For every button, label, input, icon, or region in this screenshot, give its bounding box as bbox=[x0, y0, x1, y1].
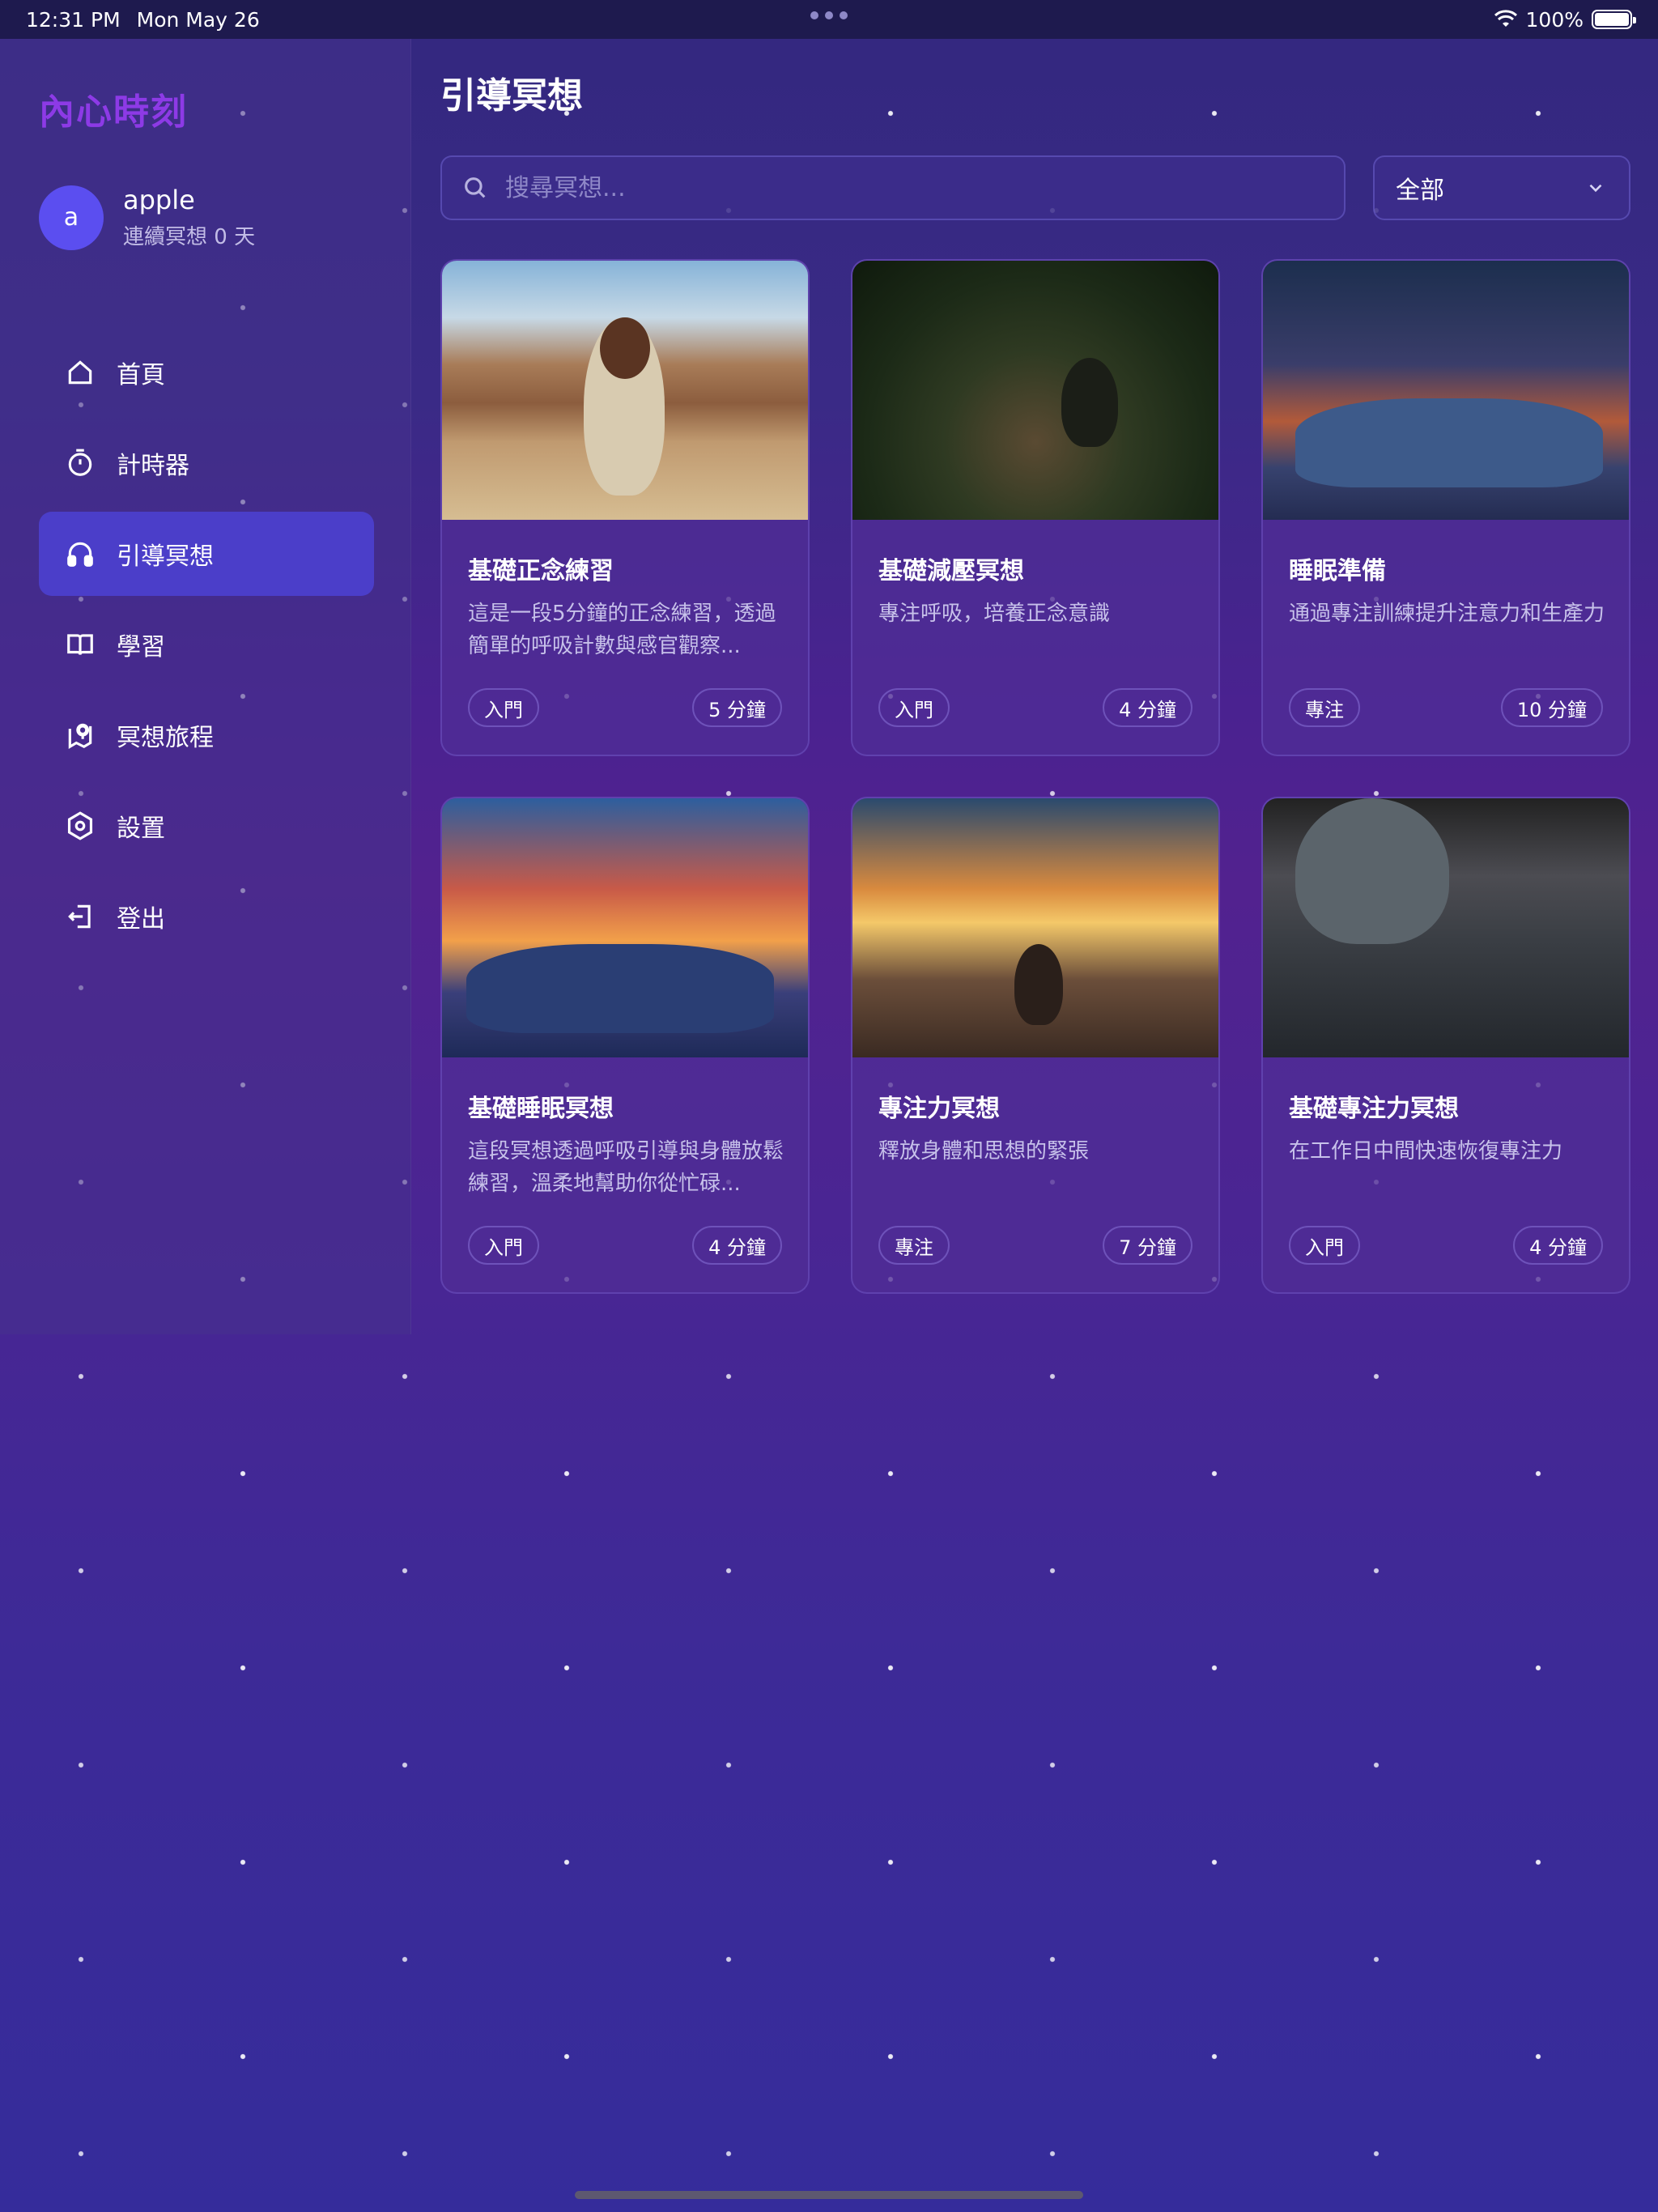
meditation-card[interactable]: 基礎正念練習 這是一段5分鐘的正念練習，透過簡單的呼吸計數與感官觀察... 入門… bbox=[440, 259, 810, 756]
meditation-card[interactable]: 專注力冥想 釋放身體和思想的緊張 專注 7 分鐘 bbox=[851, 797, 1220, 1294]
sidebar-item-timer[interactable]: 計時器 bbox=[39, 421, 374, 505]
battery-icon bbox=[1592, 10, 1636, 29]
duration-badge: 4 分鐘 bbox=[1103, 688, 1192, 727]
sidebar-item-label: 學習 bbox=[117, 633, 165, 661]
meditation-card[interactable]: 基礎睡眠冥想 這段冥想透過呼吸引導與身體放鬆練習，溫柔地幫助你從忙碌... 入門… bbox=[440, 797, 810, 1294]
duration-badge: 4 分鐘 bbox=[692, 1226, 782, 1265]
home-indicator[interactable] bbox=[575, 2191, 1083, 2199]
level-badge: 入門 bbox=[1289, 1226, 1360, 1265]
category-filter-select[interactable]: 全部 bbox=[1373, 155, 1630, 220]
user-name: apple bbox=[123, 185, 195, 215]
level-badge: 專注 bbox=[878, 1226, 950, 1265]
sidebar: 內心時刻 a apple 連續冥想 0 天 首頁 計時器 引導冥想 學習 冥想旅… bbox=[0, 39, 411, 1334]
sidebar-item-label: 冥想旅程 bbox=[117, 724, 214, 752]
book-icon bbox=[67, 634, 93, 655]
card-description: 這段冥想透過呼吸引導與身體放鬆練習，溫柔地幫助你從忙碌... bbox=[468, 1139, 784, 1196]
card-description: 專注呼吸，培養正念意識 bbox=[878, 602, 1111, 626]
duration-badge: 4 分鐘 bbox=[1513, 1226, 1603, 1265]
level-badge: 入門 bbox=[468, 688, 539, 727]
sidebar-item-label: 計時器 bbox=[117, 452, 189, 480]
sidebar-item-learn[interactable]: 學習 bbox=[39, 602, 374, 687]
meditation-thumbnail bbox=[442, 798, 808, 1057]
sidebar-item-journey[interactable]: 冥想旅程 bbox=[39, 693, 374, 777]
sidebar-item-label: 首頁 bbox=[117, 361, 165, 389]
meditation-grid: 基礎正念練習 這是一段5分鐘的正念練習，透過簡單的呼吸計數與感官觀察... 入門… bbox=[440, 259, 1630, 1294]
card-description: 通過專注訓練提升注意力和生產力 bbox=[1289, 602, 1605, 626]
map-pin-icon bbox=[68, 723, 92, 750]
category-filter-value: 全部 bbox=[1396, 177, 1444, 205]
meditation-thumbnail bbox=[852, 798, 1218, 1057]
search-icon bbox=[465, 177, 486, 198]
search-input[interactable] bbox=[505, 173, 1234, 202]
card-description: 在工作日中間快速恢復專注力 bbox=[1289, 1139, 1563, 1163]
meditation-thumbnail bbox=[852, 261, 1218, 520]
home-icon bbox=[68, 360, 92, 385]
card-description: 這是一段5分鐘的正念練習，透過簡單的呼吸計數與感官觀察... bbox=[468, 602, 776, 658]
meditation-card[interactable]: 睡眠準備 通過專注訓練提升注意力和生產力 專注 10 分鐘 bbox=[1261, 259, 1630, 756]
card-title: 基礎正念練習 bbox=[468, 557, 614, 585]
status-time: 12:31 PM bbox=[26, 7, 121, 32]
search-box[interactable] bbox=[440, 155, 1346, 220]
card-description: 釋放身體和思想的緊張 bbox=[878, 1139, 1090, 1163]
chevron-down-icon bbox=[1589, 184, 1602, 193]
settings-icon bbox=[67, 811, 93, 840]
level-badge: 專注 bbox=[1289, 688, 1360, 727]
card-title: 基礎專注力冥想 bbox=[1289, 1095, 1459, 1123]
card-title: 睡眠準備 bbox=[1289, 557, 1386, 585]
status-date: Mon May 26 bbox=[136, 7, 260, 32]
sidebar-item-guided-meditation[interactable]: 引導冥想 bbox=[39, 512, 374, 596]
level-badge: 入門 bbox=[878, 688, 950, 727]
meditation-thumbnail bbox=[1263, 261, 1629, 520]
sidebar-nav: 首頁 計時器 引導冥想 學習 冥想旅程 設置 登出 bbox=[39, 330, 374, 965]
sidebar-item-label: 登出 bbox=[117, 905, 165, 934]
card-title: 專注力冥想 bbox=[878, 1095, 1000, 1123]
multitasking-dots[interactable] bbox=[810, 11, 848, 19]
meditation-thumbnail bbox=[1263, 798, 1629, 1057]
level-badge: 入門 bbox=[468, 1226, 539, 1265]
avatar[interactable]: a bbox=[39, 185, 104, 250]
user-profile[interactable]: a apple 連續冥想 0 天 bbox=[39, 185, 255, 250]
meditation-card[interactable]: 基礎減壓冥想 專注呼吸，培養正念意識 入門 4 分鐘 bbox=[851, 259, 1220, 756]
logout-icon bbox=[68, 904, 91, 929]
wifi-icon bbox=[1494, 10, 1517, 27]
duration-badge: 5 分鐘 bbox=[692, 688, 782, 727]
duration-badge: 10 分鐘 bbox=[1500, 688, 1603, 727]
user-streak: 連續冥想 0 天 bbox=[123, 225, 256, 249]
card-title: 基礎睡眠冥想 bbox=[468, 1095, 614, 1123]
headphones-icon bbox=[67, 542, 93, 567]
page-title: 引導冥想 bbox=[440, 75, 583, 117]
meditation-card[interactable]: 基礎專注力冥想 在工作日中間快速恢復專注力 入門 4 分鐘 bbox=[1261, 797, 1630, 1294]
status-bar: 12:31 PM Mon May 26 100% bbox=[0, 0, 1658, 39]
sidebar-item-logout[interactable]: 登出 bbox=[39, 874, 374, 959]
sidebar-item-label: 設置 bbox=[117, 815, 165, 843]
meditation-thumbnail bbox=[442, 261, 808, 520]
duration-badge: 7 分鐘 bbox=[1103, 1226, 1192, 1265]
card-title: 基礎減壓冥想 bbox=[878, 557, 1024, 585]
sidebar-item-label: 引導冥想 bbox=[117, 542, 214, 571]
timer-icon bbox=[68, 449, 92, 476]
brand-logo[interactable]: 內心時刻 bbox=[39, 83, 188, 134]
sidebar-item-home[interactable]: 首頁 bbox=[39, 330, 374, 415]
battery-percent: 100% bbox=[1525, 7, 1584, 32]
sidebar-item-settings[interactable]: 設置 bbox=[39, 784, 374, 868]
